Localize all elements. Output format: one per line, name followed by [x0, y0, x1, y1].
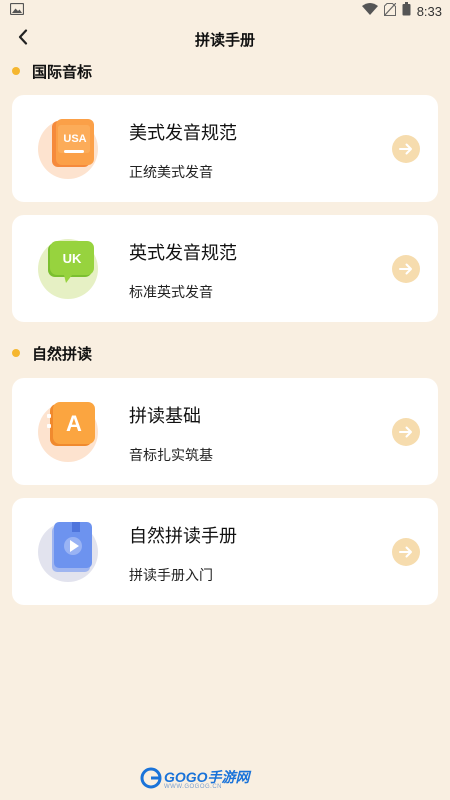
watermark: GOGO手游网 WWW.GOGOG.CN [140, 766, 250, 794]
card-title: 英式发音规范 [129, 243, 237, 264]
section-title: 自然拼读 [32, 344, 93, 363]
watermark-text: GOGO手游网 WWW.GOGOG.CN [164, 770, 250, 790]
card-subtitle: 正统美式发音 [129, 165, 213, 181]
card-title: 自然拼读手册 [129, 526, 237, 547]
usa-book-icon: USA [38, 115, 102, 181]
svg-text:A: A [66, 411, 82, 436]
section-dot-icon [12, 67, 20, 75]
video-book-icon [38, 518, 102, 584]
svg-text:USA: USA [63, 133, 86, 145]
card-british-pronunciation[interactable]: UK 英式发音规范 标准英式发音 [12, 215, 438, 322]
card-subtitle: 标准英式发音 [129, 285, 213, 301]
chevron-left-icon [17, 29, 29, 49]
arrow-right-icon[interactable] [392, 538, 420, 566]
card-subtitle: 拼读手册入门 [129, 568, 213, 584]
section-header-phonics: 自然拼读 [12, 343, 92, 363]
gogo-logo-icon [140, 767, 162, 793]
back-button[interactable] [10, 26, 36, 52]
status-left [9, 2, 25, 19]
section-title: 国际音标 [32, 62, 93, 81]
status-bar: 8:33 [0, 0, 450, 22]
svg-text:UK: UK [63, 251, 82, 266]
wifi-icon [361, 3, 378, 19]
status-right: 8:33 [361, 2, 442, 20]
card-subtitle: 音标扎实筑基 [129, 448, 213, 464]
watermark-brand: GOGO手游网 [164, 769, 250, 785]
watermark-url: WWW.GOGOG.CN [164, 784, 222, 790]
section-dot-icon [12, 349, 20, 357]
card-american-pronunciation[interactable]: USA 美式发音规范 正统美式发音 [12, 95, 438, 202]
nav-bar: 拼读手册 [0, 22, 450, 56]
section-header-phonetics: 国际音标 [12, 61, 92, 81]
battery-icon [402, 2, 411, 20]
card-title: 美式发音规范 [129, 123, 237, 144]
status-time: 8:33 [416, 3, 442, 19]
no-sim-icon [383, 2, 397, 20]
gallery-notification-icon [9, 2, 25, 19]
card-phonics-basics[interactable]: A 拼读基础 音标扎实筑基 [12, 378, 438, 485]
arrow-right-icon[interactable] [392, 135, 420, 163]
card-phonics-handbook[interactable]: 自然拼读手册 拼读手册入门 [12, 498, 438, 605]
arrow-right-icon[interactable] [392, 255, 420, 283]
letter-a-icon: A [38, 398, 102, 464]
page-title: 拼读手册 [194, 30, 255, 49]
arrow-right-icon[interactable] [392, 418, 420, 446]
card-title: 拼读基础 [129, 406, 201, 427]
uk-chat-icon: UK [38, 235, 102, 301]
